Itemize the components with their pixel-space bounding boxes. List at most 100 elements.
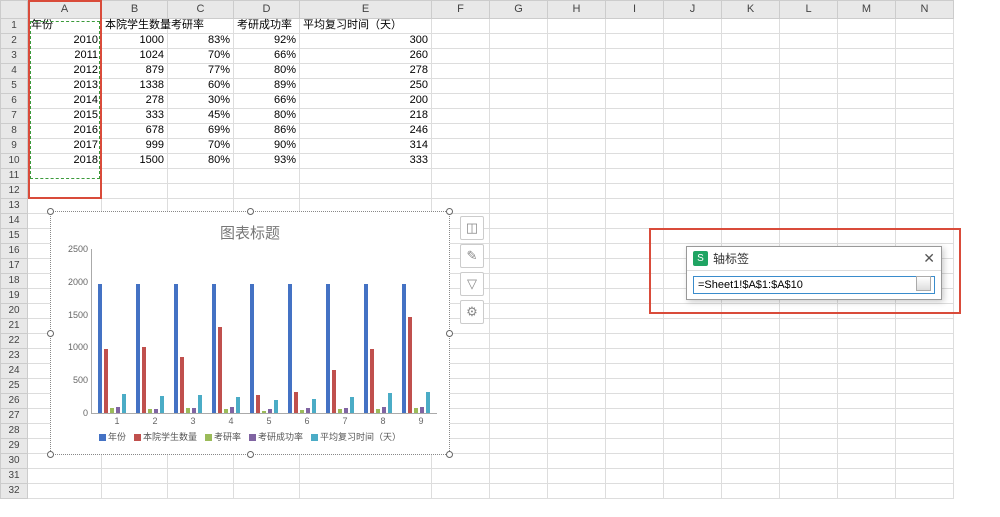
cell[interactable]: [664, 19, 722, 34]
cell[interactable]: [548, 214, 606, 229]
cell[interactable]: [838, 379, 896, 394]
cell[interactable]: [896, 154, 954, 169]
bar[interactable]: [414, 408, 418, 413]
cell[interactable]: [432, 469, 490, 484]
cell[interactable]: [896, 169, 954, 184]
cell[interactable]: [722, 319, 780, 334]
row-header[interactable]: 22: [0, 334, 28, 349]
cell[interactable]: [432, 184, 490, 199]
cell[interactable]: 90%: [234, 139, 300, 154]
cell[interactable]: [722, 409, 780, 424]
cell[interactable]: 70%: [168, 49, 234, 64]
bar[interactable]: [420, 407, 424, 413]
col-header-K[interactable]: K: [722, 0, 780, 19]
row-header[interactable]: 13: [0, 199, 28, 214]
cell[interactable]: 1500: [102, 154, 168, 169]
cell[interactable]: 30%: [168, 94, 234, 109]
bar[interactable]: [98, 284, 102, 413]
cell[interactable]: [896, 319, 954, 334]
cell[interactable]: 83%: [168, 34, 234, 49]
cell[interactable]: [722, 364, 780, 379]
cell[interactable]: 2012: [28, 64, 102, 79]
cell[interactable]: [490, 469, 548, 484]
bar[interactable]: [256, 395, 260, 413]
cell[interactable]: [102, 484, 168, 499]
cell[interactable]: [28, 184, 102, 199]
cell[interactable]: [780, 199, 838, 214]
row-header[interactable]: 27: [0, 409, 28, 424]
bar[interactable]: [294, 392, 298, 413]
cell[interactable]: [664, 349, 722, 364]
cell[interactable]: [664, 64, 722, 79]
bar[interactable]: [306, 408, 310, 413]
cell[interactable]: [606, 49, 664, 64]
resize-handle[interactable]: [247, 208, 254, 215]
bar[interactable]: [250, 284, 254, 413]
bar[interactable]: [312, 399, 316, 413]
cell[interactable]: [234, 184, 300, 199]
bar[interactable]: [122, 394, 126, 413]
cell[interactable]: [664, 199, 722, 214]
bar[interactable]: [110, 408, 114, 413]
row-header[interactable]: 15: [0, 229, 28, 244]
cell[interactable]: 80%: [234, 64, 300, 79]
col-header-M[interactable]: M: [838, 0, 896, 19]
bar[interactable]: [370, 349, 374, 413]
row-header[interactable]: 4: [0, 64, 28, 79]
cell[interactable]: [780, 364, 838, 379]
cell[interactable]: [664, 409, 722, 424]
legend-item[interactable]: 平均复习时间（天）: [311, 430, 401, 443]
cell[interactable]: [780, 334, 838, 349]
row-header[interactable]: 12: [0, 184, 28, 199]
cell[interactable]: [896, 139, 954, 154]
row-header[interactable]: 25: [0, 379, 28, 394]
cell[interactable]: [722, 124, 780, 139]
cell[interactable]: [490, 229, 548, 244]
cell[interactable]: [896, 364, 954, 379]
cell[interactable]: [664, 139, 722, 154]
chart-plot-area[interactable]: 05001000150020002500123456789: [91, 249, 437, 414]
cell[interactable]: [896, 199, 954, 214]
bar[interactable]: [236, 397, 240, 413]
cell[interactable]: [722, 184, 780, 199]
row-header[interactable]: 2: [0, 34, 28, 49]
bar[interactable]: [160, 396, 164, 413]
cell[interactable]: 年份: [28, 19, 102, 34]
cell[interactable]: [490, 214, 548, 229]
cell[interactable]: 2017: [28, 139, 102, 154]
cell[interactable]: [606, 484, 664, 499]
cell[interactable]: [432, 49, 490, 64]
cell[interactable]: [490, 49, 548, 64]
cell[interactable]: [606, 109, 664, 124]
cell[interactable]: [606, 79, 664, 94]
cell[interactable]: [780, 109, 838, 124]
col-header-E[interactable]: E: [300, 0, 432, 19]
embedded-chart[interactable]: 图表标题 05001000150020002500123456789 年份本院学…: [50, 211, 450, 455]
bar[interactable]: [186, 408, 190, 413]
cell[interactable]: [432, 19, 490, 34]
cell[interactable]: [102, 454, 168, 469]
cell[interactable]: [548, 304, 606, 319]
cell[interactable]: 2016: [28, 124, 102, 139]
cell[interactable]: [548, 124, 606, 139]
cell[interactable]: [548, 94, 606, 109]
cell[interactable]: 260: [300, 49, 432, 64]
bar[interactable]: [402, 284, 406, 413]
cell[interactable]: 999: [102, 139, 168, 154]
cell[interactable]: [780, 34, 838, 49]
cell[interactable]: [664, 439, 722, 454]
cell[interactable]: [102, 469, 168, 484]
cell[interactable]: [432, 109, 490, 124]
cell[interactable]: [548, 394, 606, 409]
cell[interactable]: [490, 289, 548, 304]
cell[interactable]: [838, 454, 896, 469]
cell[interactable]: [606, 319, 664, 334]
cell[interactable]: [606, 439, 664, 454]
cell[interactable]: [780, 379, 838, 394]
cell[interactable]: [606, 394, 664, 409]
cell[interactable]: [664, 424, 722, 439]
cell[interactable]: [838, 214, 896, 229]
chart-legend[interactable]: 年份本院学生数量考研率考研成功率平均复习时间（天）: [51, 430, 449, 443]
cell[interactable]: [490, 169, 548, 184]
cell[interactable]: 1000: [102, 34, 168, 49]
